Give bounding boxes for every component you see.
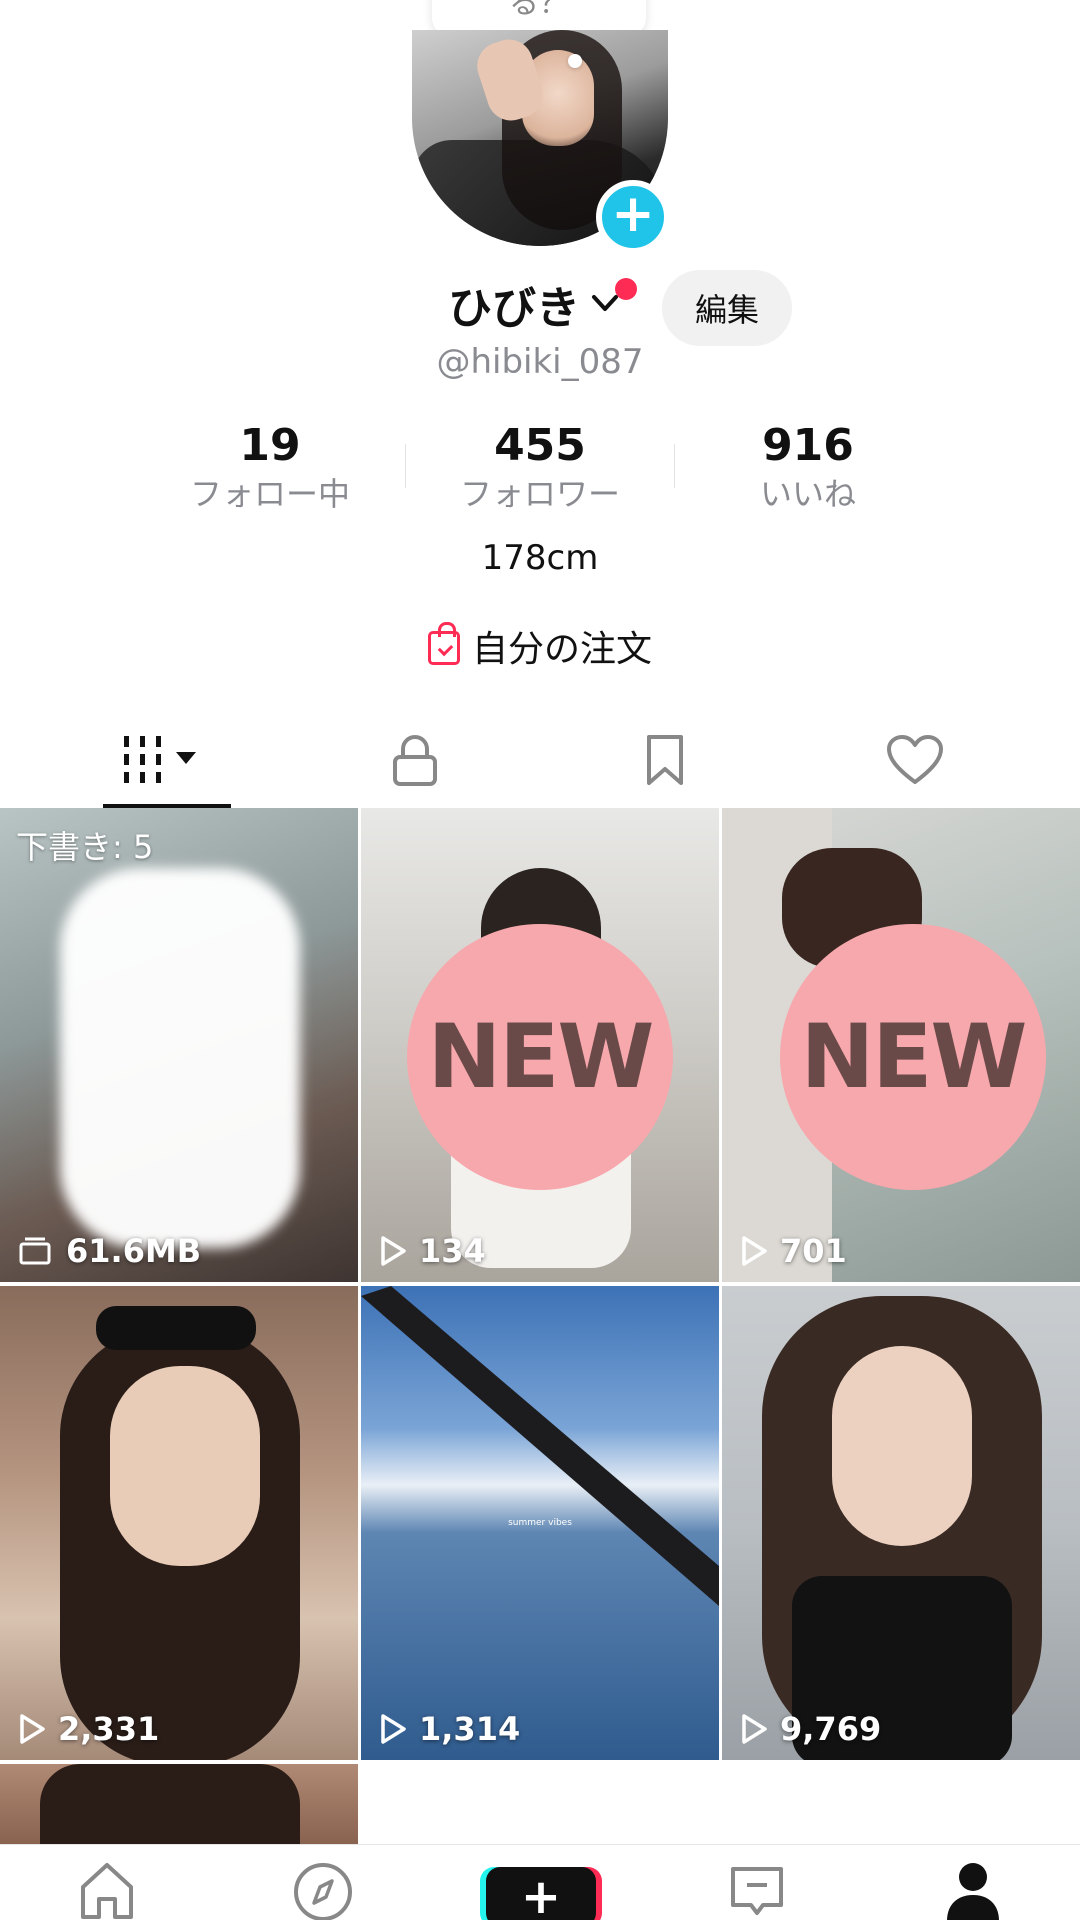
tab-liked[interactable] [790, 712, 1040, 808]
likes-count: 916 [762, 420, 854, 471]
grid-videos-icon [124, 736, 196, 783]
profile-icon [947, 1863, 999, 1920]
folder-icon [19, 1237, 51, 1265]
likes-label: いいね [759, 475, 856, 513]
heart-icon [887, 735, 943, 784]
stat-divider [674, 444, 675, 488]
video-thumbnail[interactable]: 9,769 [722, 1286, 1080, 1760]
play-icon [742, 1714, 767, 1744]
nav-inbox[interactable] [722, 1859, 792, 1920]
video-thumbnail-draft[interactable]: 下書き: 5 61.6MB [0, 808, 358, 1282]
stat-followers[interactable]: 455 フォロワー [420, 418, 660, 514]
view-count: 701 [740, 1232, 847, 1270]
nav-discover[interactable] [288, 1859, 358, 1920]
drafts-count-label: 下書き: 5 [16, 828, 154, 866]
notification-dot [615, 278, 637, 300]
display-name[interactable]: ひびき [448, 272, 580, 336]
scribble-redaction [60, 868, 300, 1248]
following-count: 19 [239, 420, 301, 471]
video-thumbnail[interactable]: 2,331 [0, 1286, 358, 1760]
draft-size-label: 61.6MB [18, 1232, 201, 1270]
video-thumbnail-new[interactable]: NEW 701 [722, 808, 1080, 1282]
stat-likes[interactable]: 916 いいね [688, 418, 928, 514]
play-icon [381, 1236, 406, 1266]
view-count: 134 [379, 1232, 486, 1270]
video-thumbnail[interactable]: summer vibes 1,314 [361, 1286, 719, 1760]
edit-profile-button[interactable]: 編集 [662, 270, 792, 346]
username-handle: @hibiki_087 [436, 342, 644, 382]
stat-following[interactable]: 19 フォロー中 [150, 418, 390, 514]
view-count: 2,331 [18, 1710, 159, 1748]
my-orders-label: 自分の注文 [471, 629, 652, 670]
play-icon [20, 1714, 45, 1744]
play-icon [381, 1714, 406, 1744]
view-count: 1,314 [379, 1710, 520, 1748]
video-thumbnail[interactable] [0, 1764, 358, 1844]
create-plus-icon[interactable]: + [486, 1867, 596, 1920]
stats-row: 19 フォロー中 455 フォロワー 916 いいね [0, 418, 1080, 518]
video-caption: summer vibes [508, 1518, 572, 1528]
name-row: ひびき 編集 [0, 270, 1080, 350]
tab-videos[interactable] [40, 712, 290, 808]
tooltip-text: る？ [509, 0, 569, 21]
lock-icon [393, 735, 437, 786]
video-thumbnail-new[interactable]: NEW 134 [361, 808, 719, 1282]
nav-profile[interactable] [938, 1859, 1008, 1920]
new-badge: NEW [780, 924, 1046, 1190]
my-orders-link[interactable]: 自分の注文 [0, 620, 1080, 672]
shopping-bag-icon [427, 622, 460, 665]
discover-compass-icon [294, 1863, 352, 1920]
followers-count: 455 [494, 420, 586, 471]
tab-favorites[interactable] [540, 712, 790, 808]
tooltip-pointer [568, 54, 582, 68]
stat-divider [405, 444, 406, 488]
tab-private[interactable] [290, 712, 540, 808]
nav-home[interactable] [72, 1859, 142, 1920]
profile-tabs [0, 712, 1080, 809]
bio-text: 178cm [481, 538, 599, 578]
following-label: フォロー中 [189, 475, 350, 513]
inbox-icon [731, 1867, 783, 1915]
new-badge: NEW [407, 924, 673, 1190]
home-icon [81, 1863, 133, 1919]
add-avatar-plus-icon[interactable]: + [596, 180, 670, 254]
view-count: 9,769 [740, 1710, 881, 1748]
bottom-navigation-bar: + [0, 1844, 1080, 1920]
bookmark-icon [647, 735, 683, 785]
followers-label: フォロワー [459, 475, 620, 513]
play-icon [742, 1236, 767, 1266]
sunglasses [96, 1306, 256, 1350]
